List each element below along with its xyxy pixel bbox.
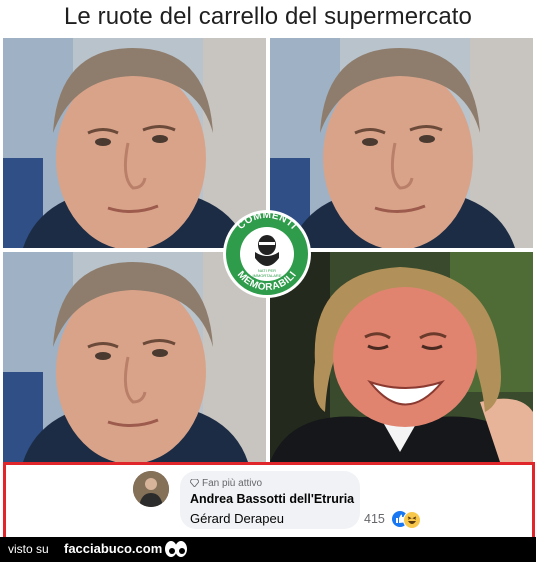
reaction-count: 415 <box>364 512 385 526</box>
svg-text:IMMORTALARE: IMMORTALARE <box>253 273 282 278</box>
avatar[interactable] <box>133 471 169 507</box>
visto-su-label: visto su <box>8 542 49 556</box>
eyes-icon <box>165 541 187 557</box>
haha-icon <box>403 511 421 529</box>
diamond-icon <box>190 479 199 487</box>
comment-highlight-frame: Fan più attivo Andrea Bassotti dell'Etru… <box>3 462 535 540</box>
headline: Le ruote del carrello del supermercato <box>63 3 472 30</box>
comment-bubble: Fan più attivo Andrea Bassotti dell'Etru… <box>180 471 360 529</box>
commenti-memorabili-logo: COMMENTI MEMORABILI NATI PER IMMORTALARE <box>223 210 311 298</box>
footer-bar: visto su facciabuco.com <box>0 537 536 562</box>
comment-author[interactable]: Andrea Bassotti dell'Etruria <box>190 492 354 506</box>
site-name[interactable]: facciabuco.com <box>64 541 162 556</box>
top-fan-badge: Fan più attivo <box>190 478 262 489</box>
fan-label: Fan più attivo <box>202 478 263 489</box>
comment-text: Gérard Derapeu <box>190 511 284 526</box>
